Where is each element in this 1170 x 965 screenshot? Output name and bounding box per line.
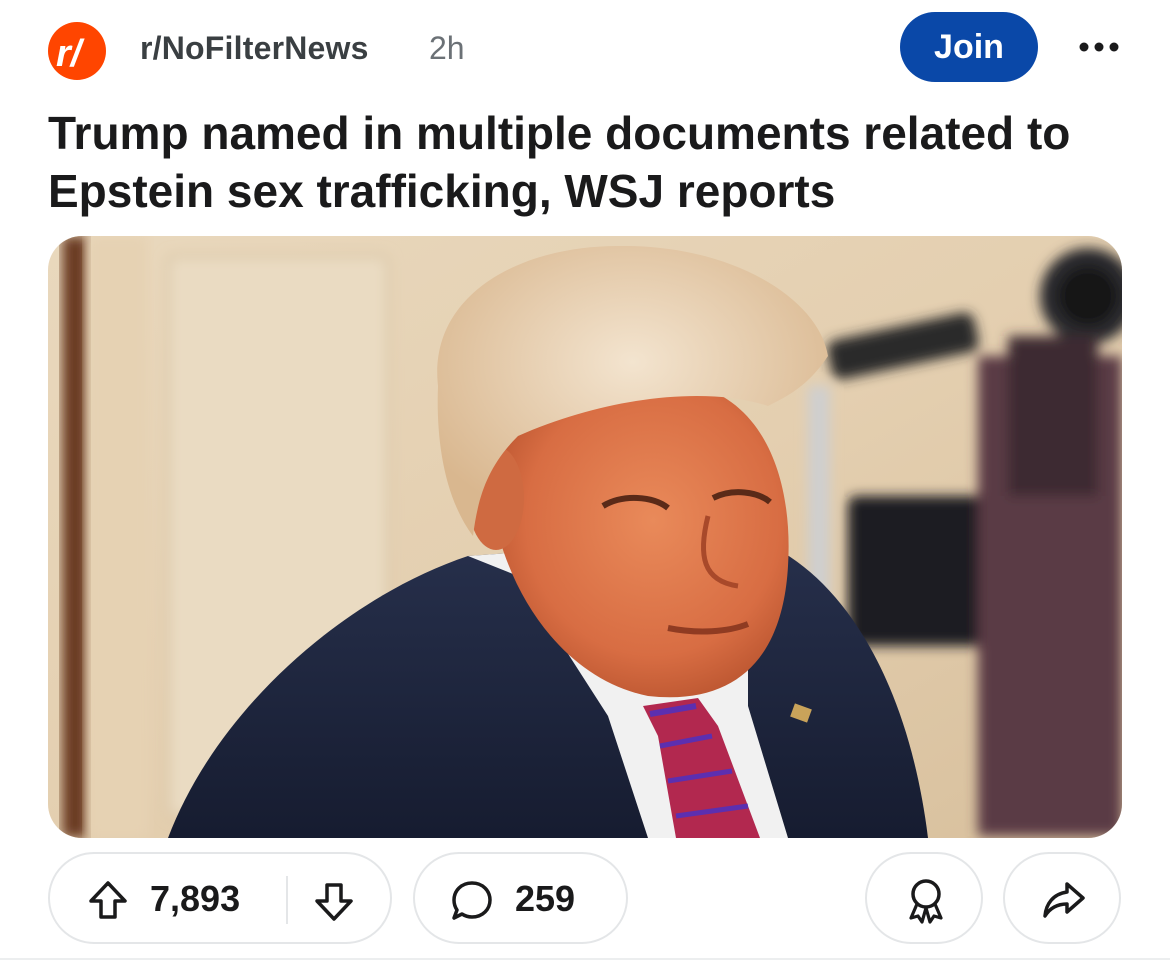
post-header: r/ r/NoFilterNews 2h Join xyxy=(48,12,1128,84)
comment-count: 259 xyxy=(515,878,576,919)
downvote-arrow-icon[interactable] xyxy=(312,880,356,924)
post-separator xyxy=(0,958,1170,960)
award-icon xyxy=(909,879,943,924)
post-actions: 7,893 259 xyxy=(48,852,1122,946)
post-photo xyxy=(48,236,1122,838)
svg-text:r/: r/ xyxy=(56,33,85,75)
share-button[interactable] xyxy=(1003,852,1121,944)
join-button[interactable]: Join xyxy=(900,12,1038,82)
comment-bubble-icon xyxy=(452,881,492,920)
post-age: 2h xyxy=(429,30,465,66)
subreddit-icon[interactable]: r/ xyxy=(48,22,106,80)
share-arrow-icon xyxy=(1043,882,1085,918)
post-image[interactable] xyxy=(48,236,1122,838)
upvote-arrow-icon[interactable] xyxy=(86,878,130,922)
more-dots-icon[interactable] xyxy=(1078,34,1120,60)
upvote-count: 7,893 xyxy=(150,878,241,919)
post-title[interactable]: Trump named in multiple documents relate… xyxy=(48,104,1128,220)
vote-divider xyxy=(286,876,288,924)
award-button[interactable] xyxy=(865,852,983,944)
vote-pill: 7,893 xyxy=(48,852,392,944)
subreddit-name[interactable]: r/NoFilterNews xyxy=(140,30,369,67)
reddit-r-slash-icon: r/ xyxy=(56,33,85,75)
comment-button[interactable]: 259 xyxy=(413,852,628,944)
